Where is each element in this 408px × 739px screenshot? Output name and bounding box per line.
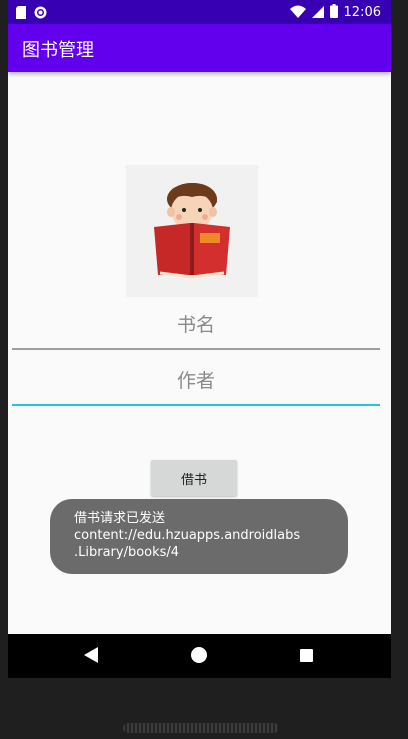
status-time: 12:06	[343, 5, 381, 20]
phone-speaker-grille	[123, 723, 279, 733]
borrow-button[interactable]: 借书	[151, 460, 237, 496]
app-title: 图书管理	[22, 40, 94, 61]
toast-line-1: 借书请求已发送	[74, 511, 166, 526]
back-icon[interactable]	[84, 647, 98, 667]
app-bar: 图书管理	[8, 24, 391, 72]
status-bar: 12:06	[8, 0, 391, 24]
battery-icon	[329, 3, 338, 22]
book-name-field[interactable]	[12, 302, 380, 350]
toast-line-2: content://edu.hzuapps.androidlabs	[74, 528, 301, 543]
wifi-icon	[289, 3, 306, 22]
circle-status-icon	[34, 4, 47, 23]
recents-icon[interactable]	[300, 649, 313, 662]
author-field[interactable]	[12, 358, 380, 406]
reading-boy-image	[126, 165, 258, 297]
toast-message: 借书请求已发送 content://edu.hzuapps.androidlab…	[50, 499, 348, 574]
navigation-bar	[8, 634, 391, 678]
home-icon[interactable]	[191, 647, 207, 663]
toast-line-3: .Library/books/4	[74, 545, 180, 560]
sd-card-icon	[16, 4, 26, 23]
signal-icon	[311, 3, 324, 22]
phone-screen: 12:06 图书管理 书名 作者 借书 借书请求已发送 content://ed…	[8, 0, 391, 678]
